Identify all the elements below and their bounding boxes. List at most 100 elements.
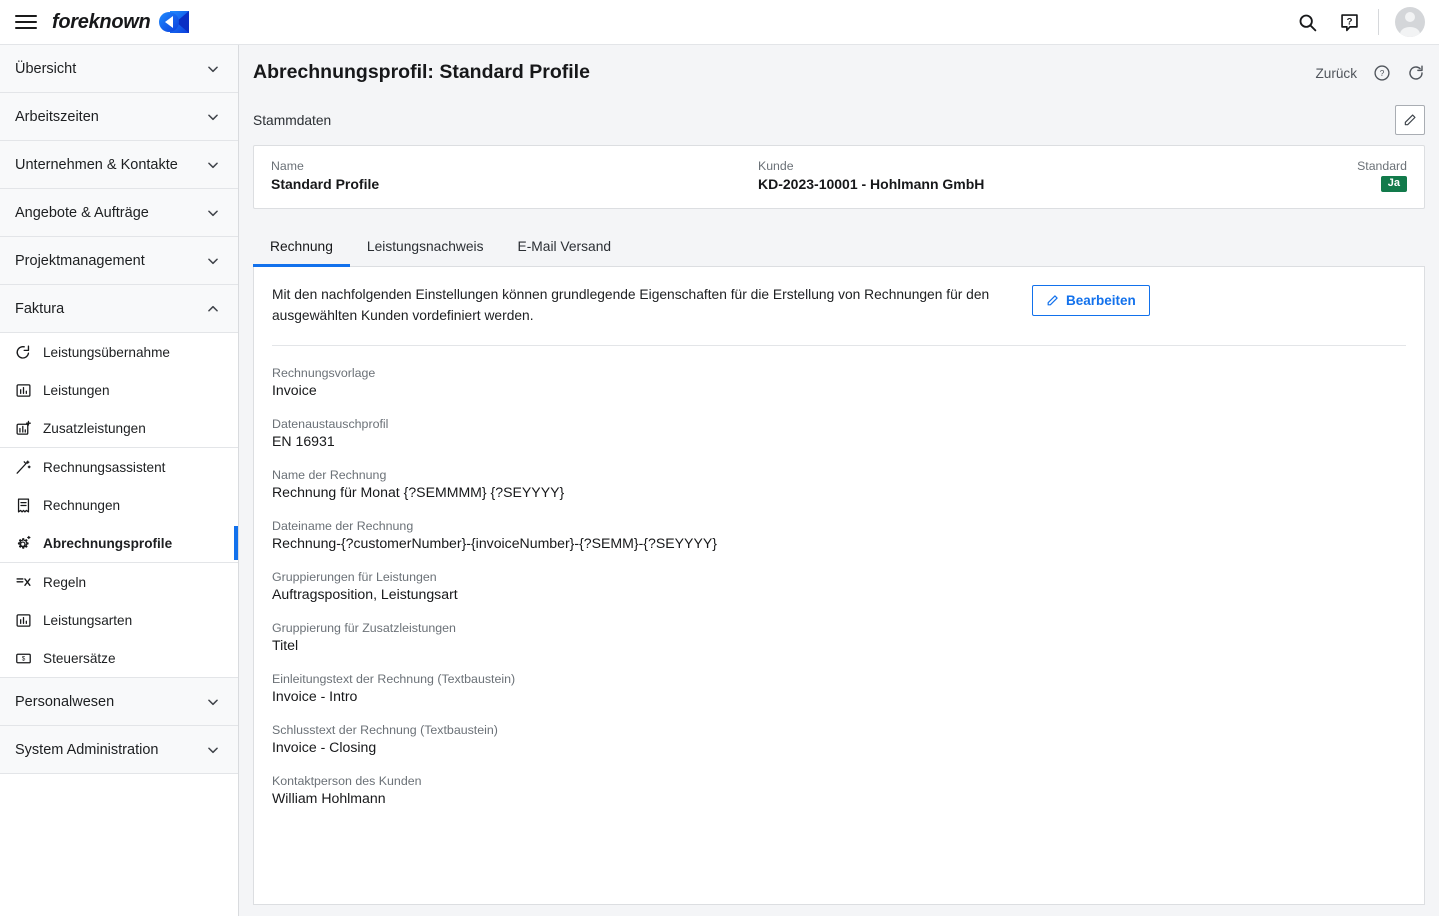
chevron-down-icon <box>208 113 218 120</box>
refresh-icon[interactable] <box>1407 64 1425 82</box>
field-schlusstext: Schlusstext der Rechnung (Textbaustein) … <box>272 723 1406 755</box>
sidebar-group-faktura[interactable]: Faktura <box>0 285 238 333</box>
sidebar-subgroup-faktura-b: Rechnungsassistent Rechnungen Abrechnung… <box>0 448 238 563</box>
sidebar-item-label: Leistungsübernahme <box>43 344 170 360</box>
sidebar-item-rechnungen[interactable]: Rechnungen <box>0 486 238 524</box>
brand-name: foreknown <box>52 10 151 33</box>
tab-leistungsnachweis[interactable]: Leistungsnachweis <box>350 231 501 267</box>
help-question-icon[interactable]: ? <box>1336 9 1362 35</box>
sidebar-group-angebote-auftraege[interactable]: Angebote & Aufträge <box>0 189 238 237</box>
main-content: Abrechnungsprofil: Standard Profile Zurü… <box>239 45 1439 916</box>
tab-rechnung[interactable]: Rechnung <box>253 231 350 268</box>
edit-master-data-button[interactable] <box>1395 105 1425 136</box>
search-icon[interactable] <box>1294 9 1320 35</box>
field-label: Gruppierungen für Leistungen <box>272 570 437 585</box>
gear-plus-icon <box>17 535 31 549</box>
field-label: Einleitungstext der Rechnung (Textbauste… <box>272 672 516 687</box>
sidebar-item-abrechnungsprofile[interactable]: Abrechnungsprofile <box>0 524 238 562</box>
field-label: Dateiname der Rechnung <box>272 519 414 534</box>
sidebar-item-label: Leistungen <box>43 382 110 398</box>
field-label: Name der Rechnung <box>272 468 387 483</box>
sidebar-item-label: Leistungsarten <box>43 612 133 628</box>
app-shell: Übersicht Arbeitszeiten Unternehmen & Ko… <box>0 45 1439 916</box>
field-value: William Hohlmann <box>272 790 386 807</box>
field-value: Auftragsposition, Leistungsart <box>272 586 458 603</box>
top-bar: foreknown ? <box>0 0 1439 45</box>
sidebar-group-personalwesen[interactable]: Personalwesen <box>0 678 238 726</box>
chevron-down-icon <box>208 209 218 216</box>
field-value: Rechnung-{?customerNumber}-{invoiceNumbe… <box>272 535 717 552</box>
tab-list: Rechnung Leistungsnachweis E-Mail Versan… <box>253 231 1425 268</box>
page-header: Abrechnungsprofil: Standard Profile Zurü… <box>239 45 1439 137</box>
topbar-divider <box>1378 9 1379 35</box>
sidebar-item-label: Steuersätze <box>43 650 116 666</box>
chevron-down-icon <box>208 698 218 705</box>
sidebar-item-leistungsuebernahme[interactable]: Leistungsübernahme <box>0 333 238 371</box>
sidebar-group-label: Unternehmen & Kontakte <box>15 156 178 173</box>
brand-logo[interactable]: foreknown <box>52 9 190 35</box>
sidebar-group-projektmanagement[interactable]: Projektmanagement <box>0 237 238 285</box>
edit-button[interactable]: Bearbeiten <box>1032 285 1150 317</box>
page-header-row: Abrechnungsprofil: Standard Profile Zurü… <box>253 61 1425 84</box>
sidebar-item-zusatzleistungen[interactable]: Zusatzleistungen <box>0 409 238 447</box>
avatar[interactable] <box>1395 7 1425 37</box>
bar-chart-icon <box>16 383 31 397</box>
page-title: Abrechnungsprofil: Standard Profile <box>253 61 590 83</box>
hamburger-menu-icon[interactable] <box>0 0 52 45</box>
sidebar-item-steuersaetze[interactable]: $ Steuersätze <box>0 639 238 677</box>
sidebar-group-label: Angebote & Aufträge <box>15 204 149 221</box>
chevron-down-icon <box>208 161 218 168</box>
sidebar-group-label: Arbeitszeiten <box>15 108 99 125</box>
bar-chart-icon <box>16 613 31 627</box>
edit-button-label: Bearbeiten <box>1066 293 1136 309</box>
summary-label: Kunde <box>758 159 794 174</box>
sidebar-group-unternehmen-kontakte[interactable]: Unternehmen & Kontakte <box>0 141 238 189</box>
burger-line <box>15 27 37 29</box>
field-label: Rechnungsvorlage <box>272 366 376 381</box>
summary-field-name: Name Standard Profile <box>271 159 758 192</box>
field-value: Invoice - Closing <box>272 739 377 756</box>
field-datenaustauschprofil: Datenaustauschprofil EN 16931 <box>272 417 1406 449</box>
sidebar-group-label: Übersicht <box>15 60 77 77</box>
field-gruppierungen-fuer-leistungen: Gruppierungen für Leistungen Auftragspos… <box>272 570 1406 602</box>
sidebar-item-leistungsarten[interactable]: Leistungsarten <box>0 601 238 639</box>
sidebar-item-label: Rechnungsassistent <box>43 459 166 475</box>
bar-chart-plus-icon <box>16 420 31 435</box>
field-label: Gruppierung für Zusatzleistungen <box>272 621 456 636</box>
sidebar-group-label: Faktura <box>15 300 65 317</box>
money-bill-icon: $ <box>16 653 31 663</box>
magic-wand-icon <box>16 459 31 474</box>
sidebar: Übersicht Arbeitszeiten Unternehmen & Ko… <box>0 45 239 916</box>
tab-panel-rechnung: Mit den nachfolgenden Einstellungen könn… <box>253 267 1425 905</box>
chevron-down-icon <box>208 65 218 72</box>
sidebar-subgroup-faktura-c: Regeln Leistungsarten $ Steuersätze <box>0 563 238 678</box>
sidebar-group-uebersicht[interactable]: Übersicht <box>0 45 238 93</box>
field-label: Schlusstext der Rechnung (Textbaustein) <box>272 723 498 738</box>
sidebar-subgroup-faktura-a: Leistungsübernahme Leistungen Zusatzleis… <box>0 333 238 448</box>
svg-text:?: ? <box>1346 16 1352 27</box>
topbar-actions: ? <box>1294 0 1439 44</box>
summary-field-standard: Standard Ja <box>1357 159 1407 193</box>
sidebar-item-label: Regeln <box>43 574 87 590</box>
chevron-down-icon <box>208 746 218 753</box>
help-circle-icon[interactable]: ? <box>1373 64 1391 82</box>
sidebar-item-label: Zusatzleistungen <box>43 420 146 436</box>
sidebar-item-rechnungsassistent[interactable]: Rechnungsassistent <box>0 448 238 486</box>
chevron-up-icon <box>208 305 218 312</box>
field-label: Datenaustauschprofil <box>272 417 389 432</box>
field-value: Invoice - Intro <box>272 688 358 705</box>
summary-label: Standard <box>1357 159 1407 174</box>
back-button[interactable]: Zurück <box>1315 66 1357 81</box>
sidebar-item-label: Abrechnungsprofile <box>43 535 173 551</box>
sidebar-item-leistungen[interactable]: Leistungen <box>0 371 238 409</box>
page-header-actions: Zurück ? <box>1315 61 1425 82</box>
master-data-card: Name Standard Profile Kunde KD-2023-1000… <box>253 145 1425 210</box>
field-kontaktperson: Kontaktperson des Kunden William Hohlman… <box>272 774 1406 806</box>
sidebar-group-system-administration[interactable]: System Administration <box>0 726 238 774</box>
sidebar-item-regeln[interactable]: Regeln <box>0 563 238 601</box>
field-value: EN 16931 <box>272 433 335 450</box>
status-badge: Ja <box>1380 176 1407 193</box>
tab-email-versand[interactable]: E-Mail Versand <box>501 231 629 267</box>
sidebar-group-arbeitszeiten[interactable]: Arbeitszeiten <box>0 93 238 141</box>
subheader-row: Stammdaten <box>253 104 1425 136</box>
